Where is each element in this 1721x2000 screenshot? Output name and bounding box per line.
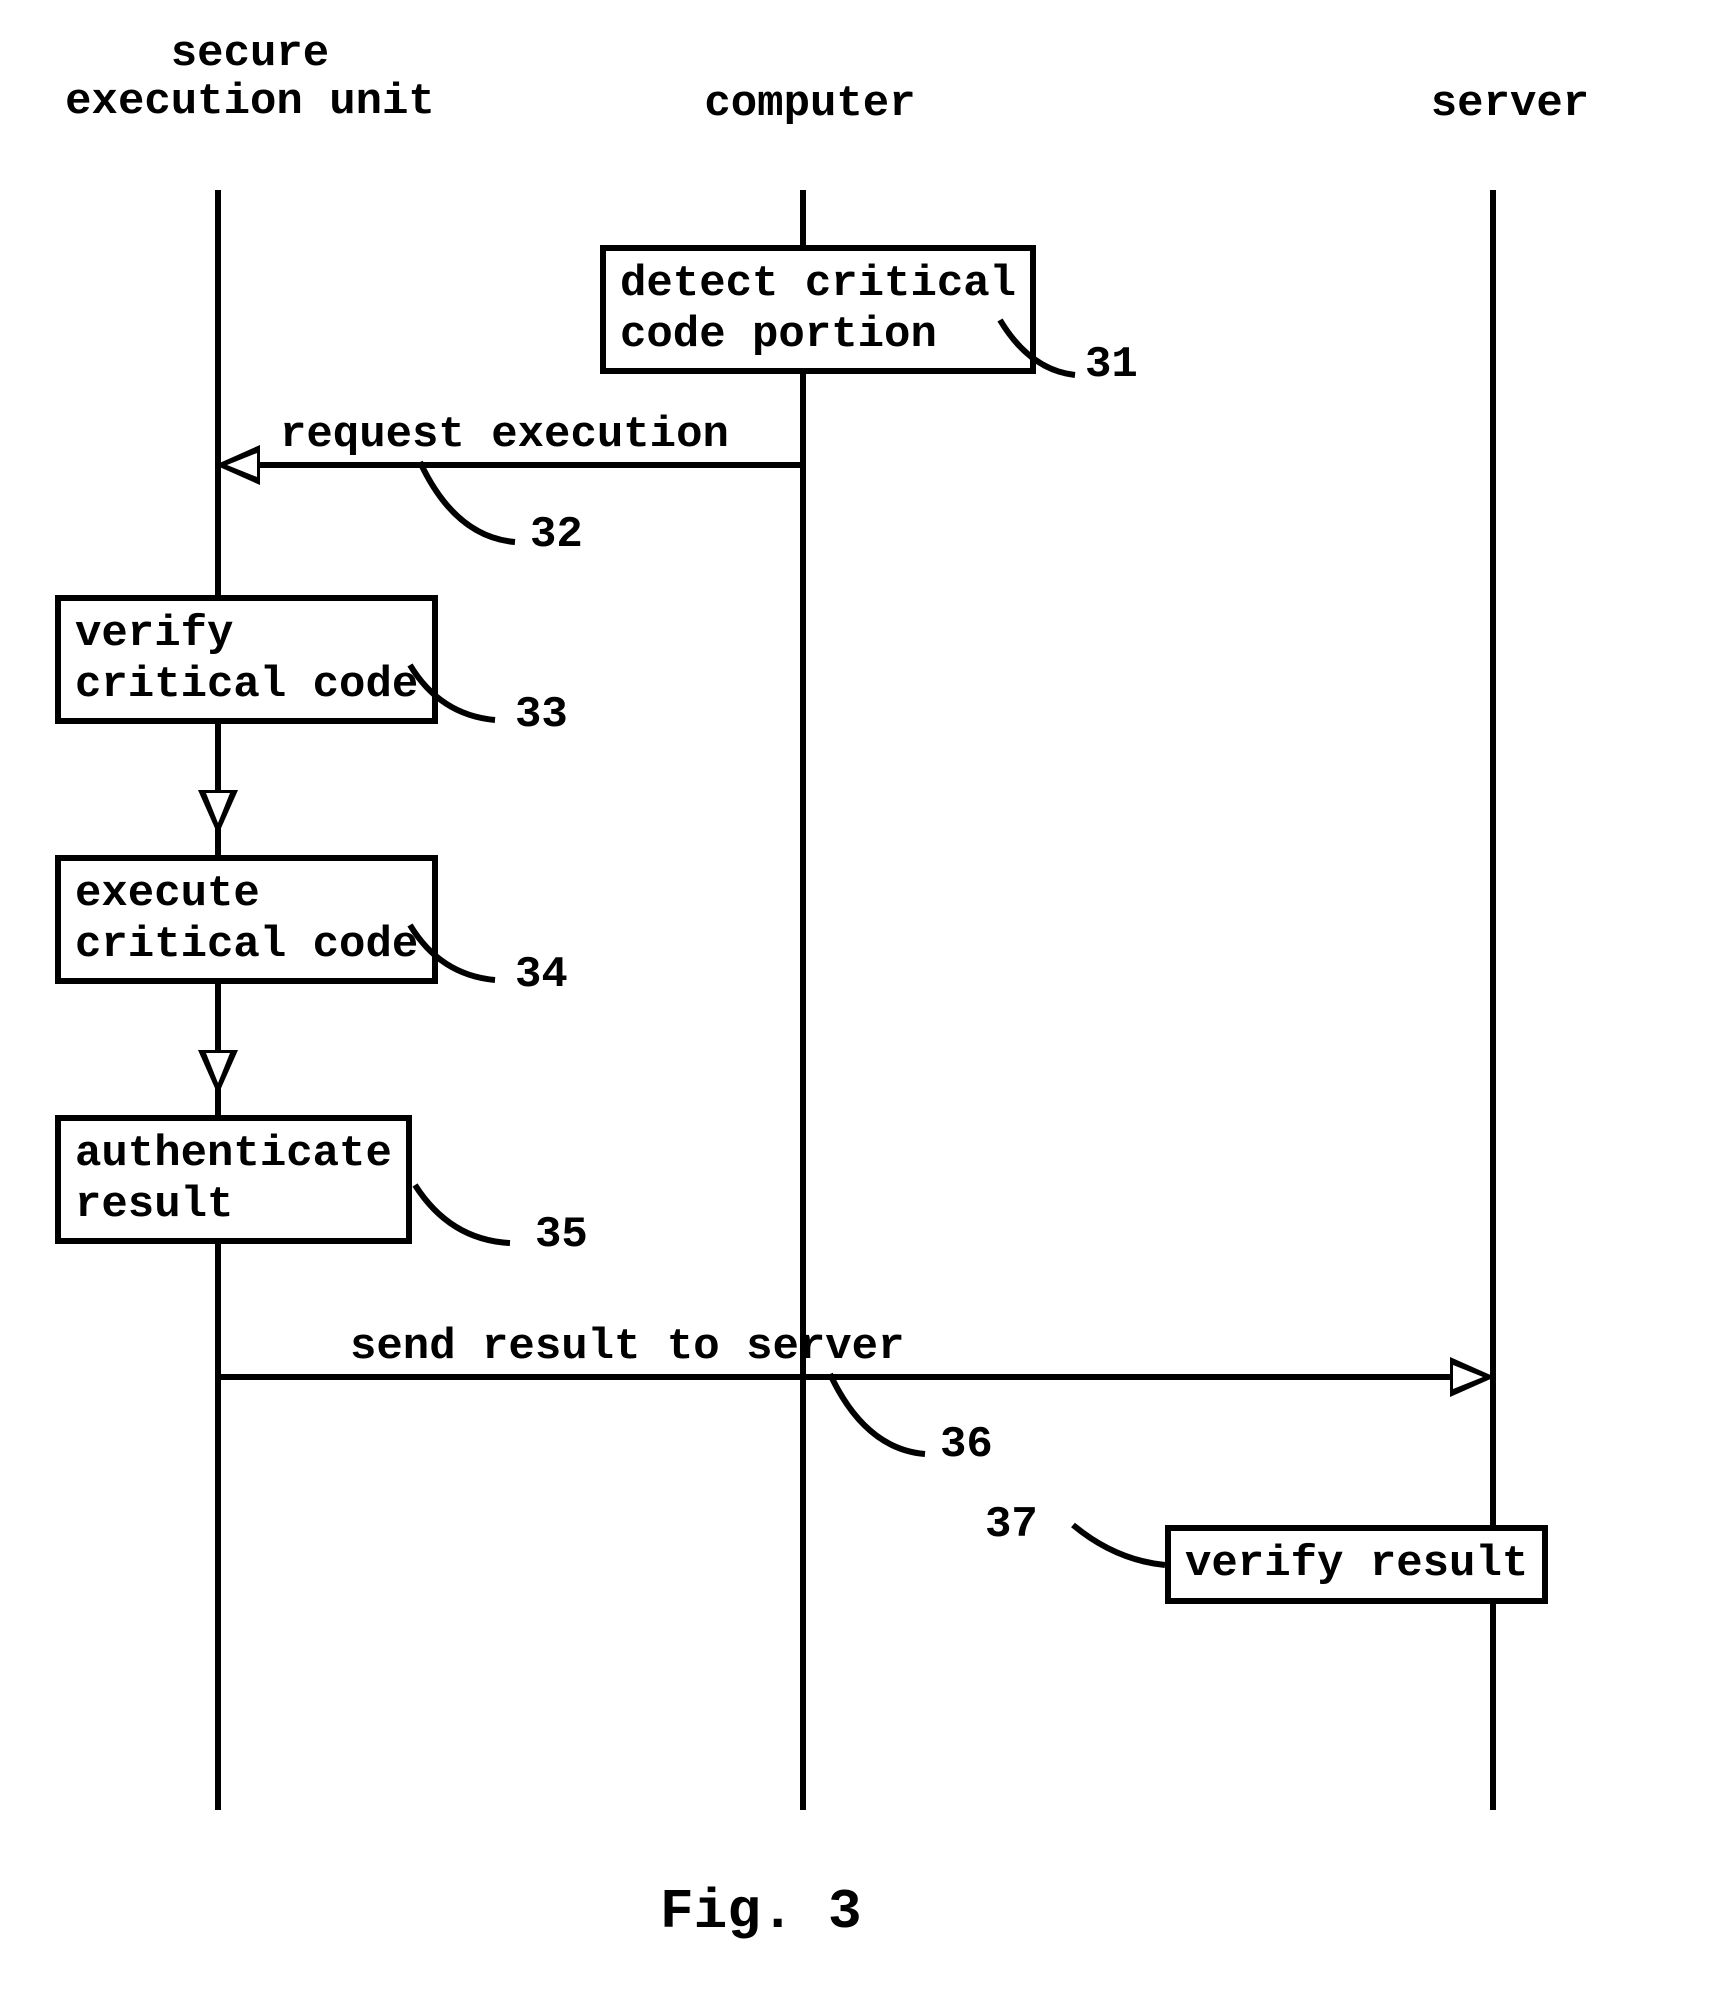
ref-36: 36 <box>940 1420 993 1470</box>
box-verify-result: verify result <box>1165 1525 1548 1604</box>
leader-35 <box>415 1185 525 1255</box>
leader-31 <box>1000 320 1090 390</box>
sequence-diagram: secure execution unit computer server de… <box>0 0 1721 2000</box>
ref-33: 33 <box>515 690 568 740</box>
lane-header-secure: secure execution unit <box>40 30 460 127</box>
ref-31: 31 <box>1085 340 1138 390</box>
box-verify-critical-code: verify critical code <box>55 595 438 724</box>
lane-header-computer: computer <box>680 80 940 128</box>
lifeline-secure <box>215 190 221 1810</box>
ref-34: 34 <box>515 950 568 1000</box>
leader-37 <box>1055 1525 1165 1595</box>
arrowhead-request-execution <box>215 445 260 485</box>
arrowhead-send-result <box>1450 1357 1495 1397</box>
leader-32 <box>420 462 530 552</box>
leader-33 <box>410 665 510 735</box>
box-authenticate-result: authenticate result <box>55 1115 412 1244</box>
leader-34 <box>410 925 510 995</box>
lane-header-server: server <box>1400 80 1620 128</box>
arrowhead-33-34 <box>198 790 238 835</box>
ref-32: 32 <box>530 510 583 560</box>
ref-37: 37 <box>985 1500 1038 1550</box>
box-execute-critical-code: execute critical code <box>55 855 438 984</box>
arrowhead-34-35 <box>198 1050 238 1095</box>
leader-36 <box>830 1374 940 1464</box>
arrow-label-request-execution: request execution <box>280 410 729 460</box>
box-detect-critical-code: detect critical code portion <box>600 245 1036 374</box>
figure-label: Fig. 3 <box>660 1880 862 1944</box>
ref-35: 35 <box>535 1210 588 1260</box>
arrow-label-send-result: send result to server <box>350 1322 905 1372</box>
lifeline-computer <box>800 190 806 1810</box>
